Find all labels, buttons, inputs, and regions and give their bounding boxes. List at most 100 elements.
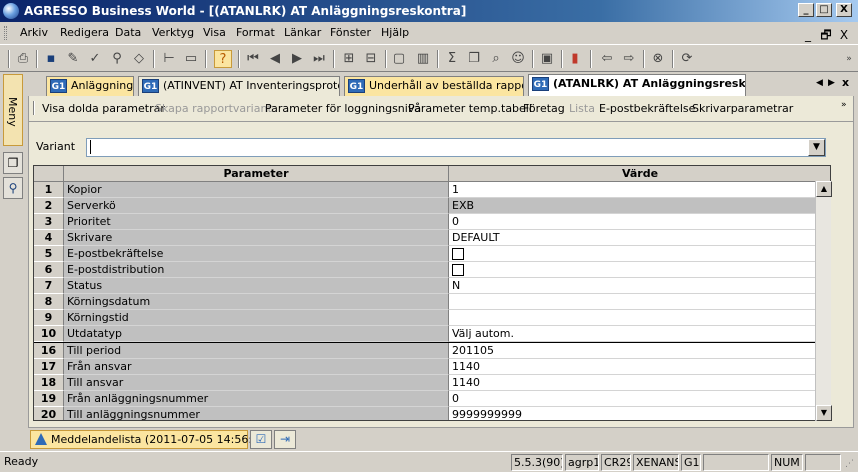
table-row[interactable]: 17 Från ansvar 1140 <box>34 359 830 375</box>
person-icon[interactable]: ☺ <box>509 50 527 68</box>
variant-input[interactable] <box>86 138 826 157</box>
search-icon[interactable]: ⚲ <box>108 50 126 68</box>
menu-arkiv[interactable]: Arkiv <box>20 22 48 44</box>
scroll-down-icon[interactable]: ▼ <box>816 405 832 421</box>
help-icon[interactable]: ? <box>214 50 232 68</box>
tab-scroll-right-icon[interactable]: ▶ <box>828 78 835 88</box>
stop-icon[interactable]: ⊗ <box>649 50 667 68</box>
app-icon[interactable] <box>3 3 19 19</box>
parameter-value[interactable]: 9999999999 <box>449 407 830 420</box>
parameter-value[interactable]: 1 <box>449 182 830 198</box>
parameter-value[interactable] <box>449 310 830 326</box>
checklist-icon[interactable]: ☑ <box>250 430 272 449</box>
refresh-icon[interactable]: ⟳ <box>678 50 696 68</box>
spellcheck-icon[interactable]: ✎ <box>64 50 82 68</box>
check-icon[interactable]: ✓ <box>86 50 104 68</box>
child-minimize-button[interactable]: _ <box>800 24 816 46</box>
find-icon[interactable]: ⌕ <box>487 50 505 68</box>
table-row[interactable]: 18 Till ansvar 1140 <box>34 375 830 391</box>
sum-icon[interactable]: Σ <box>443 50 461 68</box>
tab-close-icon[interactable]: x <box>842 76 849 89</box>
erase-icon[interactable]: ◇ <box>130 50 148 68</box>
table-row[interactable]: 20 Till anläggningsnummer 9999999999 <box>34 407 830 420</box>
menu-visa[interactable]: Visa <box>203 22 226 44</box>
menu-hjalp[interactable]: Hjälp <box>381 22 409 44</box>
minimize-button[interactable]: _ <box>798 3 814 17</box>
close-button[interactable]: X <box>836 3 852 17</box>
parameter-value[interactable]: 201105 <box>449 343 830 359</box>
menu-format[interactable]: Format <box>236 22 275 44</box>
restore-button[interactable]: □ <box>816 3 832 17</box>
menu-panel-tab[interactable]: Meny <box>3 74 23 146</box>
table-row[interactable]: 7 Status N <box>34 278 830 294</box>
company-button[interactable]: Företag <box>523 102 565 115</box>
menu-verktyg[interactable]: Verktyg <box>152 22 194 44</box>
window-icon[interactable]: ▭ <box>182 50 200 68</box>
tab-underhall[interactable]: G1 Underhåll av beställda rapporter <box>344 76 524 96</box>
table-row[interactable]: 19 Från anläggningsnummer 0 <box>34 391 830 407</box>
parameter-value[interactable]: DEFAULT <box>449 230 830 246</box>
table-row[interactable]: 8 Körningsdatum <box>34 294 830 310</box>
table-row[interactable]: 3 Prioritet 0 <box>34 214 830 230</box>
parameter-value[interactable]: 0 <box>449 391 830 407</box>
parameter-value[interactable]: 1140 <box>449 359 830 375</box>
table-row[interactable]: 16 Till period 201105 <box>34 343 830 359</box>
next-icon[interactable]: ▶ <box>288 50 306 68</box>
menu-grip[interactable] <box>4 26 7 40</box>
email-confirmation-button[interactable]: E-postbekräftelse <box>599 102 695 115</box>
scroll-up-icon[interactable]: ▲ <box>816 181 832 197</box>
menu-fonster[interactable]: Fönster <box>330 22 371 44</box>
search-icon[interactable]: ⚲ <box>3 177 23 199</box>
child-restore-button[interactable]: 🗗 <box>818 24 834 46</box>
parameter-value[interactable]: EXB <box>449 198 830 214</box>
prev-icon[interactable]: ◀ <box>266 50 284 68</box>
back-icon[interactable]: ⇦ <box>598 50 616 68</box>
import-icon[interactable]: ⇥ <box>274 430 296 449</box>
parameter-value[interactable]: 0 <box>449 214 830 230</box>
delete-row-icon[interactable]: ⊟ <box>362 50 380 68</box>
parameter-value[interactable]: N <box>449 278 830 294</box>
vertical-scrollbar[interactable]: ▲ ▼ <box>815 181 832 421</box>
copy-icon[interactable]: ❐ <box>465 50 483 68</box>
parameter-value[interactable]: Välj autom. <box>449 326 830 342</box>
layout-icon[interactable]: ▢ <box>390 50 408 68</box>
child-close-button[interactable]: X <box>836 24 852 46</box>
parameter-column-header[interactable]: Parameter <box>64 166 449 182</box>
list-button[interactable]: Lista <box>569 102 595 115</box>
table-row[interactable]: 2 Serverkö EXB <box>34 198 830 214</box>
save-icon[interactable]: ▪ <box>42 50 60 68</box>
parameter-value[interactable]: 1140 <box>449 375 830 391</box>
insert-row-icon[interactable]: ⊞ <box>340 50 358 68</box>
menu-data[interactable]: Data <box>115 22 141 44</box>
table-row[interactable]: 5 E-postbekräftelse <box>34 246 830 262</box>
chart-icon[interactable]: ▥ <box>414 50 432 68</box>
table-row[interactable]: 6 E-postdistribution <box>34 262 830 278</box>
forward-icon[interactable]: ⇨ <box>620 50 638 68</box>
printer-params-button[interactable]: Skrivarparametrar <box>692 102 793 115</box>
temp-table-param-button[interactable]: Parameter temp.tabell <box>408 102 532 115</box>
message-list-tab[interactable]: Meddelandelista (2011-07-05 14:56:16) <box>30 430 270 449</box>
email-confirmation-checkbox[interactable] <box>452 248 464 260</box>
table-row[interactable]: 9 Körningstid <box>34 310 830 326</box>
tab-scroll-left-icon[interactable]: ◀ <box>816 78 823 88</box>
parameter-value[interactable] <box>449 294 830 310</box>
tree-icon[interactable]: ⊢ <box>160 50 178 68</box>
value-column-header[interactable]: Värde <box>449 166 830 182</box>
first-icon[interactable]: ⏮ <box>244 50 262 68</box>
toolbar-overflow-icon[interactable]: » <box>841 100 847 110</box>
table-row[interactable]: 10 Utdatatyp Välj autom. <box>34 326 830 343</box>
menu-redigera[interactable]: Redigera <box>60 22 109 44</box>
copy-icon[interactable]: ❐ <box>3 152 23 174</box>
tab-anlaggningar[interactable]: G1 Anläggningar <box>46 76 134 96</box>
palette-icon[interactable]: ▮ <box>566 50 584 68</box>
tab-atanlrk[interactable]: G1 (ATANLRK) AT Anläggningsresko... <box>528 74 746 97</box>
tab-atinvent[interactable]: G1 (ATINVENT) AT Inventeringsprotokoll <box>138 76 340 96</box>
last-icon[interactable]: ⏭ <box>310 50 328 68</box>
create-report-variant-button[interactable]: Skapa rapportvariant <box>155 102 272 115</box>
screen-icon[interactable]: ▣ <box>538 50 556 68</box>
email-distribution-checkbox[interactable] <box>452 264 464 276</box>
variant-dropdown-button[interactable]: ▼ <box>808 139 825 156</box>
menu-lankar[interactable]: Länkar <box>284 22 321 44</box>
resize-grip-icon[interactable]: ⋰ <box>845 459 854 469</box>
table-row[interactable]: 1 Kopior 1 <box>34 182 830 198</box>
